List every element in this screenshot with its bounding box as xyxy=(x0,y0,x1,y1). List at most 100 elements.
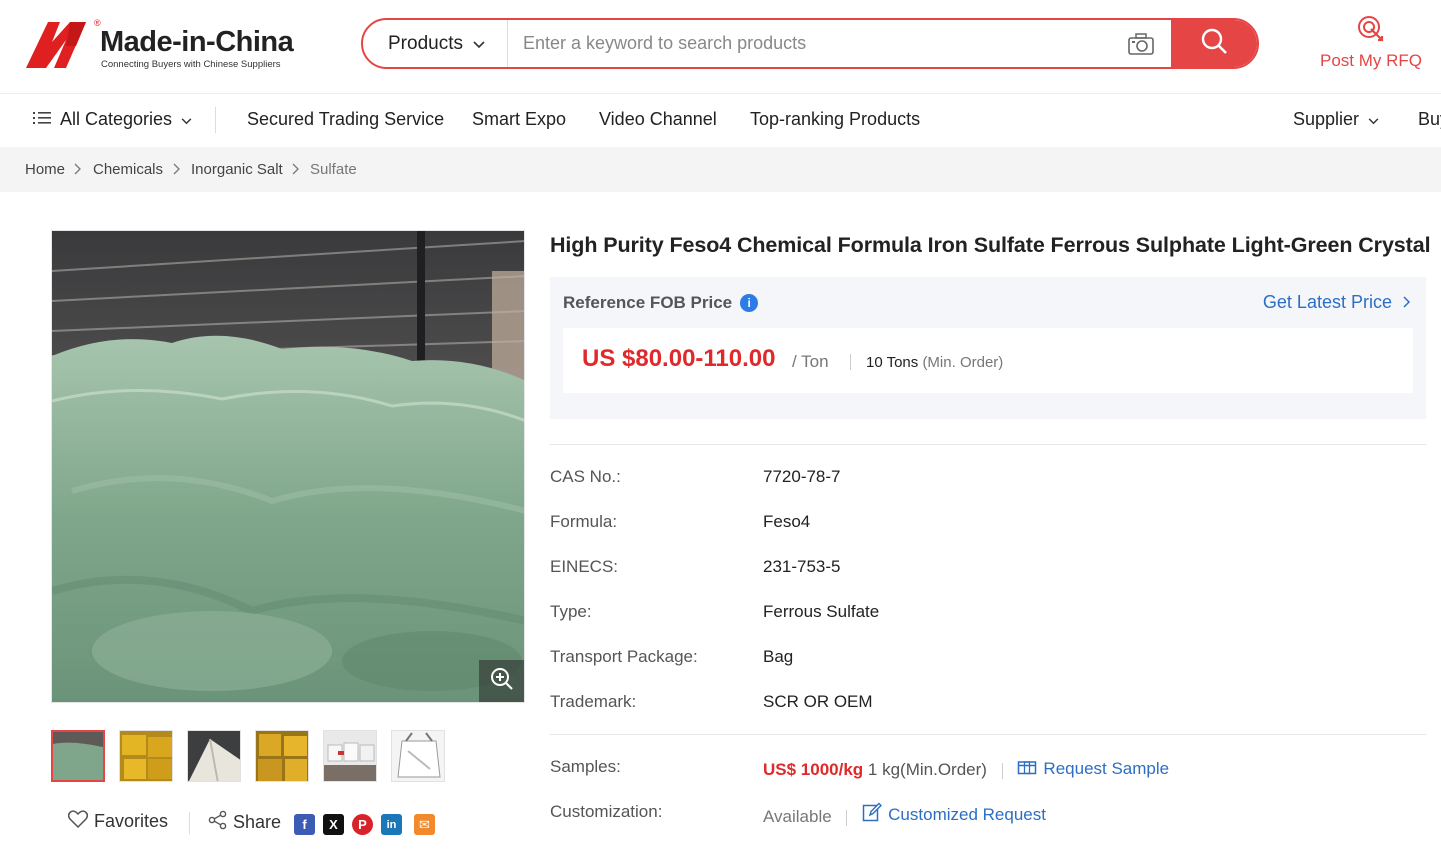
min-order: 10 Tons (Min. Order) xyxy=(866,354,1003,371)
product-photo xyxy=(52,231,524,702)
post-rfq-label: Post My RFQ xyxy=(1319,51,1422,70)
attr-value: SCR OR OEM xyxy=(763,692,873,711)
edit-icon xyxy=(862,802,883,827)
all-categories-menu[interactable]: All Categories xyxy=(33,109,192,130)
attr-value: Bag xyxy=(763,647,794,666)
breadcrumb-chemicals[interactable]: Chemicals xyxy=(93,161,163,178)
all-categories-label: All Categories xyxy=(60,109,173,129)
chevron-down-icon xyxy=(1368,109,1379,130)
search-input[interactable] xyxy=(509,20,1119,67)
attr-label: Transport Package: xyxy=(550,647,698,666)
share-button[interactable]: Share xyxy=(208,810,281,835)
thumbnail-2[interactable] xyxy=(119,730,173,782)
customization-value: Available xyxy=(763,807,832,826)
nav-smart-expo[interactable]: Smart Expo xyxy=(472,109,566,130)
thumbnail-1[interactable] xyxy=(51,730,105,782)
reference-fob-price: Reference FOB Price i xyxy=(563,293,759,313)
email-icon[interactable]: ✉ xyxy=(414,814,435,835)
breadcrumb-inorganic-salt[interactable]: Inorganic Salt xyxy=(191,161,283,178)
min-order-value: 10 Tons xyxy=(866,354,919,371)
gift-box-icon xyxy=(1017,757,1037,780)
brand-tagline: Connecting Buyers with Chinese Suppliers xyxy=(101,59,281,70)
facebook-icon[interactable]: f xyxy=(294,814,315,835)
thumbnail-4[interactable] xyxy=(255,730,309,782)
reference-fob-price-label: Reference FOB Price xyxy=(563,293,733,312)
share-icon xyxy=(208,810,228,835)
sample-min-order: 1 kg(Min.Order) xyxy=(867,760,987,779)
main-product-image[interactable] xyxy=(51,230,525,703)
attr-label: Trademark: xyxy=(550,692,637,711)
sample-price: US$ 1000/kg xyxy=(763,760,864,779)
info-icon[interactable]: i xyxy=(740,294,759,312)
nav-secured-trading[interactable]: Secured Trading Service xyxy=(247,109,444,130)
attr-value: Feso4 xyxy=(763,512,811,531)
breadcrumb-home[interactable]: Home xyxy=(25,161,65,178)
zoom-in-icon xyxy=(490,667,514,696)
thumbnail-image xyxy=(53,732,103,780)
chevron-right-icon xyxy=(1403,292,1411,312)
search-category-dropdown[interactable]: Products xyxy=(363,20,508,67)
camera-icon[interactable] xyxy=(1127,32,1155,56)
linkedin-icon[interactable]: in xyxy=(381,814,402,835)
thumbnail-3[interactable] xyxy=(187,730,241,782)
section-divider xyxy=(550,734,1426,735)
attr-value: Ferrous Sulfate xyxy=(763,602,880,621)
samples-label: Samples: xyxy=(550,757,621,776)
product-title-end: Light-Green Crystal xyxy=(1225,233,1431,257)
buyer-menu[interactable]: Buy xyxy=(1418,109,1441,130)
customization-label: Customization: xyxy=(550,802,663,821)
request-sample-link[interactable]: Request Sample xyxy=(1017,757,1169,780)
section-divider xyxy=(550,444,1426,445)
product-title: High Purity Feso4 Chemical Formula Iron … xyxy=(550,233,1431,258)
customization-row: Available Customized Request xyxy=(763,802,1046,827)
price-range: US $80.00-110.00 xyxy=(582,345,776,372)
heart-icon xyxy=(67,810,89,833)
favorites-label: Favorites xyxy=(94,811,169,831)
samples-row: US$ 1000/kg 1 kg(Min.Order) Request Samp… xyxy=(763,757,1169,780)
search-category-label: Products xyxy=(388,32,463,54)
favorites-button[interactable]: Favorites xyxy=(67,810,169,833)
list-icon xyxy=(33,109,51,130)
nav-video-channel[interactable]: Video Channel xyxy=(599,109,717,130)
chevron-down-icon xyxy=(181,109,192,130)
price-panel: Reference FOB Price i Get Latest Price U… xyxy=(550,277,1426,419)
attr-label: Formula: xyxy=(550,512,618,531)
thumbnail-5[interactable] xyxy=(323,730,377,782)
target-icon xyxy=(1316,14,1426,49)
thumbnail-image xyxy=(324,731,376,781)
made-in-china-logo-mark xyxy=(26,22,86,68)
pinterest-icon[interactable]: P xyxy=(352,814,373,835)
search-bar: Products xyxy=(361,18,1259,69)
get-latest-price-label: Get Latest Price xyxy=(1262,292,1392,312)
attr-value: 231-753-5 xyxy=(763,557,841,576)
nav-divider xyxy=(215,107,216,133)
search-icon xyxy=(1200,27,1228,60)
zoom-in-button[interactable] xyxy=(479,660,524,702)
supplier-label: Supplier xyxy=(1293,109,1360,129)
customized-request-label: Customized Request xyxy=(888,804,1046,824)
product-title-start: High Purity Feso4 Chemical Formula xyxy=(550,233,928,257)
action-divider xyxy=(189,812,190,834)
supplier-menu[interactable]: Supplier xyxy=(1293,109,1379,130)
request-sample-label: Request Sample xyxy=(1043,758,1170,778)
thumbnail-image xyxy=(256,731,308,781)
inline-divider xyxy=(1001,762,1003,779)
get-latest-price-link[interactable]: Get Latest Price xyxy=(1262,292,1411,313)
product-title-highlight: Iron Sulfate Ferrous Sulphate xyxy=(927,233,1226,257)
x-icon[interactable]: X xyxy=(323,814,344,835)
attr-value: 7720-78-7 xyxy=(763,467,841,486)
thumbnail-6[interactable] xyxy=(391,730,445,782)
chevron-down-icon xyxy=(473,33,485,55)
nav-top-ranking[interactable]: Top-ranking Products xyxy=(750,109,920,130)
customized-request-link[interactable]: Customized Request xyxy=(862,802,1046,827)
site-logo[interactable]: ® Made-in-China Connecting Buyers with C… xyxy=(26,18,306,70)
share-label: Share xyxy=(233,812,282,832)
post-rfq-button[interactable]: Post My RFQ xyxy=(1316,14,1426,74)
thumbnail-image xyxy=(188,731,240,781)
chevron-right-icon xyxy=(173,162,180,178)
attr-label: CAS No.: xyxy=(550,467,621,486)
search-button[interactable] xyxy=(1171,20,1257,67)
chevron-right-icon xyxy=(74,162,81,178)
thumbnail-image xyxy=(120,731,172,781)
chevron-right-icon xyxy=(292,162,299,178)
